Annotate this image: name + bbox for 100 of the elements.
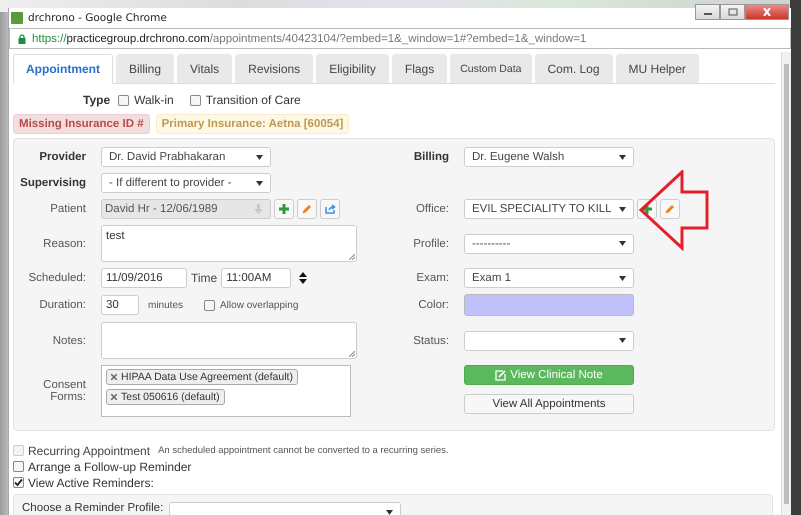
tab[interactable]: MU Helper bbox=[616, 54, 699, 83]
text-area[interactable]: test bbox=[101, 225, 357, 262]
field-label: Status: bbox=[413, 334, 449, 346]
edit-icon bbox=[495, 370, 506, 380]
option-label: Arrange a Follow-up Reminder bbox=[28, 460, 192, 474]
type-label: Type bbox=[83, 93, 110, 107]
unit-label: minutes bbox=[148, 300, 184, 310]
help-text: An scheduled appointment cannot be converted to a recurring series. bbox=[158, 445, 449, 456]
tag-text: Test 050616 (default) bbox=[121, 391, 220, 403]
checkbox[interactable] bbox=[190, 94, 201, 106]
select-value: David Hr - 12/06/1989 bbox=[105, 203, 219, 215]
field-label: Duration: bbox=[39, 299, 86, 311]
checkbox[interactable] bbox=[118, 94, 130, 106]
select-value: Dr. David Prabhakaran bbox=[109, 151, 226, 163]
field-label: Consent Forms: bbox=[43, 379, 86, 403]
select-value: EVIL SPECIALITY TO KILL bbox=[472, 203, 613, 215]
select-value: - If different to provider - bbox=[109, 177, 233, 189]
tab[interactable]: Billing bbox=[116, 54, 174, 83]
field-label: Exam: bbox=[416, 272, 449, 284]
tag-field[interactable]: HIPAA Data Use Agreement (default) Test 050616 (default) bbox=[101, 365, 351, 417]
plus-icon bbox=[642, 204, 652, 214]
caret-icon bbox=[619, 241, 626, 246]
field-label: Patient bbox=[50, 203, 86, 215]
option-label: Allow overlapping bbox=[220, 300, 298, 310]
date-field[interactable]: 11/09/2016 bbox=[101, 268, 187, 288]
tag-text: HIPAA Data Use Agreement (default) bbox=[121, 371, 293, 383]
select-field[interactable]: - If different to provider - bbox=[101, 173, 271, 193]
pencil-icon bbox=[302, 204, 312, 214]
share-button[interactable] bbox=[320, 199, 340, 219]
tab[interactable]: Eligibility bbox=[316, 54, 389, 83]
field-label: Office: bbox=[416, 203, 449, 215]
error-badge: Missing Insurance ID # bbox=[13, 114, 150, 134]
field-label: Profile: bbox=[413, 238, 449, 250]
down-arrow-icon bbox=[254, 204, 263, 214]
caret-icon bbox=[256, 154, 263, 160]
option-label: Recurring Appointment bbox=[28, 444, 150, 458]
field-label: Reason: bbox=[43, 238, 86, 250]
close-icon bbox=[762, 8, 772, 16]
caret-icon bbox=[256, 180, 263, 186]
tab[interactable]: Custom Data bbox=[450, 54, 532, 83]
url-text: https://practicegroup.drchrono.com/appointments/40423104/?embed=1&_window=1#?embed=1&_window=1 bbox=[32, 32, 586, 44]
remove-icon[interactable] bbox=[111, 374, 117, 380]
minimize-button[interactable] bbox=[695, 4, 720, 20]
time-label: Time bbox=[191, 271, 218, 285]
tab[interactable]: Revisions bbox=[235, 54, 314, 83]
close-button[interactable] bbox=[745, 4, 789, 20]
spinner-icon[interactable] bbox=[299, 272, 308, 284]
edit-button[interactable] bbox=[297, 199, 317, 219]
color-swatch[interactable] bbox=[464, 294, 634, 316]
select-value: Dr. Eugene Walsh bbox=[472, 151, 566, 163]
select-field[interactable]: EVIL SPECIALITY TO KILL bbox=[464, 199, 634, 219]
select-field[interactable]: Dr. Eugene Walsh bbox=[464, 147, 634, 167]
time-field[interactable]: 11:00AM bbox=[221, 268, 292, 288]
window-title: drchrono - Google Chrome bbox=[28, 12, 167, 24]
add-button[interactable] bbox=[274, 199, 294, 219]
info-badge: Primary Insurance: Aetna [60054] bbox=[156, 114, 350, 134]
caret-icon bbox=[619, 206, 626, 212]
maximize-button[interactable] bbox=[720, 4, 745, 20]
select-value: ---------- bbox=[472, 238, 512, 250]
caret-icon bbox=[619, 276, 626, 280]
field-label: Choose a Reminder Profile: bbox=[22, 502, 164, 514]
option-label: Transition of Care bbox=[206, 93, 301, 107]
scrollbar[interactable] bbox=[781, 52, 791, 515]
option-label: View Active Reminders: bbox=[28, 476, 154, 490]
caret-icon bbox=[619, 154, 626, 160]
maximize-icon bbox=[728, 8, 738, 16]
checkbox[interactable] bbox=[13, 461, 24, 472]
share-icon bbox=[324, 204, 336, 214]
address-bar[interactable]: https://practicegroup.drchrono.com/appointments/40423104/?embed=1&_window=1#?embed=1&_window=1 bbox=[9, 28, 791, 49]
checkbox[interactable] bbox=[13, 477, 24, 488]
app-logo-icon bbox=[11, 12, 23, 24]
tab[interactable]: Com. Log bbox=[534, 54, 613, 83]
duration-field[interactable]: 30 bbox=[101, 295, 139, 315]
tab[interactable]: Flags bbox=[392, 54, 448, 83]
arrow-annotation-icon bbox=[638, 170, 710, 252]
caret-icon bbox=[386, 510, 394, 514]
pencil-icon bbox=[665, 204, 675, 214]
select-value: Exam 1 bbox=[472, 272, 512, 284]
field-label: Billing bbox=[414, 151, 449, 163]
option-label: Walk-in bbox=[134, 93, 174, 107]
field-label: Supervising bbox=[20, 177, 86, 189]
caret-icon bbox=[619, 338, 626, 343]
field-label: Notes: bbox=[52, 334, 86, 346]
resize-handle-icon[interactable] bbox=[349, 351, 355, 357]
field-label: Provider bbox=[39, 151, 86, 163]
lock-icon bbox=[18, 34, 26, 44]
scrollbar-thumb[interactable] bbox=[784, 64, 789, 504]
resize-handle-icon[interactable] bbox=[349, 254, 355, 260]
view-all-button[interactable]: View All Appointments bbox=[464, 394, 634, 414]
edit-button[interactable] bbox=[660, 199, 680, 219]
select-field[interactable]: Dr. David Prabhakaran bbox=[101, 147, 271, 167]
field-label: Scheduled: bbox=[28, 272, 86, 284]
tab[interactable]: Appointment bbox=[13, 54, 113, 84]
tab[interactable]: Vitals bbox=[177, 54, 232, 83]
select-field[interactable]: Exam 1 bbox=[464, 268, 634, 288]
plus-icon bbox=[279, 204, 289, 214]
checkbox[interactable] bbox=[204, 300, 216, 310]
select-field[interactable] bbox=[464, 330, 634, 350]
remove-icon[interactable] bbox=[111, 394, 117, 400]
select-field[interactable]: ---------- bbox=[464, 234, 634, 254]
